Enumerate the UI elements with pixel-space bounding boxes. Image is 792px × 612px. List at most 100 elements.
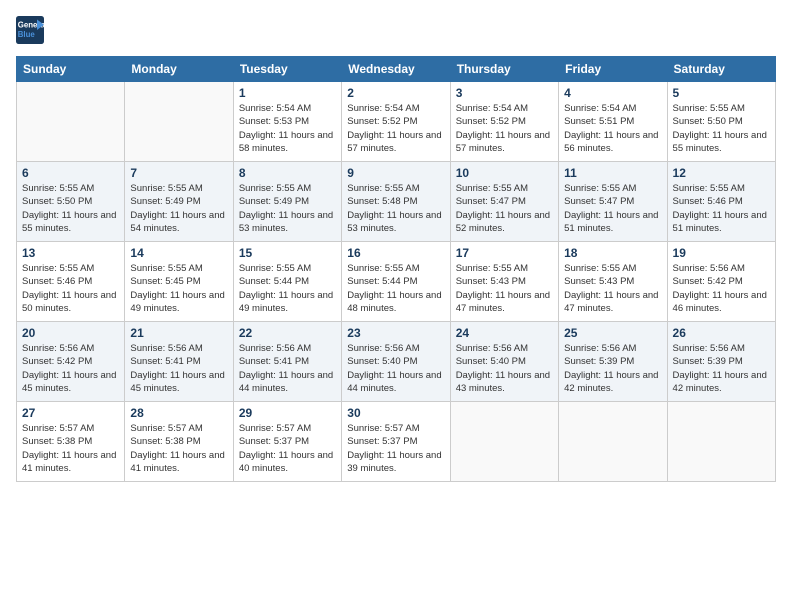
day-number: 22 (239, 326, 336, 340)
weekday-header-tuesday: Tuesday (233, 57, 341, 82)
day-info: Sunrise: 5:57 AM Sunset: 5:38 PM Dayligh… (130, 422, 227, 475)
day-number: 15 (239, 246, 336, 260)
calendar-cell: 4 Sunrise: 5:54 AM Sunset: 5:51 PM Daylig… (559, 82, 667, 162)
calendar-cell: 16 Sunrise: 5:55 AM Sunset: 5:44 PM Dayli… (342, 242, 450, 322)
svg-text:Blue: Blue (18, 30, 36, 39)
calendar-header: SundayMondayTuesdayWednesdayThursdayFrid… (17, 57, 776, 82)
day-number: 7 (130, 166, 227, 180)
calendar-cell: 7 Sunrise: 5:55 AM Sunset: 5:49 PM Daylig… (125, 162, 233, 242)
calendar-cell: 13Sunrise: 5:55 AM Sunset: 5:46 PM Dayli… (17, 242, 125, 322)
calendar-cell: 24 Sunrise: 5:56 AM Sunset: 5:40 PM Dayli… (450, 322, 558, 402)
logo-icon: General Blue (16, 16, 44, 44)
day-info: Sunrise: 5:55 AM Sunset: 5:46 PM Dayligh… (673, 182, 770, 235)
day-number: 1 (239, 86, 336, 100)
day-info: Sunrise: 5:55 AM Sunset: 5:47 PM Dayligh… (456, 182, 553, 235)
day-number: 28 (130, 406, 227, 420)
calendar-cell: 30 Sunrise: 5:57 AM Sunset: 5:37 PM Dayli… (342, 402, 450, 482)
day-info: Sunrise: 5:57 AM Sunset: 5:38 PM Dayligh… (22, 422, 119, 475)
calendar-week-row: 1 Sunrise: 5:54 AM Sunset: 5:53 PM Daylig… (17, 82, 776, 162)
day-info: Sunrise: 5:57 AM Sunset: 5:37 PM Dayligh… (347, 422, 444, 475)
calendar-cell: 17 Sunrise: 5:55 AM Sunset: 5:43 PM Dayli… (450, 242, 558, 322)
calendar-cell: 9 Sunrise: 5:55 AM Sunset: 5:48 PM Daylig… (342, 162, 450, 242)
day-number: 27 (22, 406, 119, 420)
day-number: 26 (673, 326, 770, 340)
weekday-header-thursday: Thursday (450, 57, 558, 82)
calendar-cell (559, 402, 667, 482)
calendar-week-row: 27 Sunrise: 5:57 AM Sunset: 5:38 PM Dayli… (17, 402, 776, 482)
day-number: 19 (673, 246, 770, 260)
day-info: Sunrise: 5:55 AM Sunset: 5:49 PM Dayligh… (130, 182, 227, 235)
calendar-cell (667, 402, 775, 482)
calendar-table: SundayMondayTuesdayWednesdayThursdayFrid… (16, 56, 776, 482)
day-number: 3 (456, 86, 553, 100)
day-info: Sunrise: 5:55 AM Sunset: 5:48 PM Dayligh… (347, 182, 444, 235)
day-info: Sunrise: 5:55 AM Sunset: 5:49 PM Dayligh… (239, 182, 336, 235)
page-header: General Blue (16, 16, 776, 44)
day-info: Sunrise: 5:56 AM Sunset: 5:39 PM Dayligh… (673, 342, 770, 395)
day-info: Sunrise: 5:55 AM Sunset: 5:50 PM Dayligh… (22, 182, 119, 235)
day-info: Sunrise: 5:55 AM Sunset: 5:44 PM Dayligh… (347, 262, 444, 315)
day-number: 5 (673, 86, 770, 100)
calendar-cell: 21 Sunrise: 5:56 AM Sunset: 5:41 PM Dayli… (125, 322, 233, 402)
calendar-cell: 14Sunrise: 5:55 AM Sunset: 5:45 PM Dayli… (125, 242, 233, 322)
day-number: 25 (564, 326, 661, 340)
day-info: Sunrise: 5:55 AM Sunset: 5:44 PM Dayligh… (239, 262, 336, 315)
day-info: Sunrise: 5:55 AM Sunset: 5:43 PM Dayligh… (564, 262, 661, 315)
day-number: 10 (456, 166, 553, 180)
day-info: Sunrise: 5:55 AM Sunset: 5:43 PM Dayligh… (456, 262, 553, 315)
calendar-cell: 12 Sunrise: 5:55 AM Sunset: 5:46 PM Dayli… (667, 162, 775, 242)
day-info: Sunrise: 5:55 AM Sunset: 5:46 PM Dayligh… (22, 262, 119, 315)
day-number: 17 (456, 246, 553, 260)
calendar-cell: 2Sunrise: 5:54 AM Sunset: 5:52 PM Daylig… (342, 82, 450, 162)
day-number: 9 (347, 166, 444, 180)
weekday-header-monday: Monday (125, 57, 233, 82)
day-info: Sunrise: 5:55 AM Sunset: 5:45 PM Dayligh… (130, 262, 227, 315)
weekday-header-row: SundayMondayTuesdayWednesdayThursdayFrid… (17, 57, 776, 82)
day-number: 20 (22, 326, 119, 340)
day-info: Sunrise: 5:54 AM Sunset: 5:52 PM Dayligh… (456, 102, 553, 155)
calendar-cell: 27 Sunrise: 5:57 AM Sunset: 5:38 PM Dayli… (17, 402, 125, 482)
day-info: Sunrise: 5:56 AM Sunset: 5:41 PM Dayligh… (239, 342, 336, 395)
day-info: Sunrise: 5:56 AM Sunset: 5:39 PM Dayligh… (564, 342, 661, 395)
calendar-week-row: 13Sunrise: 5:55 AM Sunset: 5:46 PM Dayli… (17, 242, 776, 322)
calendar-cell (450, 402, 558, 482)
weekday-header-saturday: Saturday (667, 57, 775, 82)
calendar-cell: 29Sunrise: 5:57 AM Sunset: 5:37 PM Dayli… (233, 402, 341, 482)
day-number: 12 (673, 166, 770, 180)
calendar-cell: 15 Sunrise: 5:55 AM Sunset: 5:44 PM Dayli… (233, 242, 341, 322)
calendar-cell: 22 Sunrise: 5:56 AM Sunset: 5:41 PM Dayli… (233, 322, 341, 402)
day-info: Sunrise: 5:56 AM Sunset: 5:40 PM Dayligh… (456, 342, 553, 395)
day-number: 4 (564, 86, 661, 100)
day-number: 8 (239, 166, 336, 180)
calendar-cell: 8 Sunrise: 5:55 AM Sunset: 5:49 PM Daylig… (233, 162, 341, 242)
day-info: Sunrise: 5:54 AM Sunset: 5:53 PM Dayligh… (239, 102, 336, 155)
day-info: Sunrise: 5:56 AM Sunset: 5:42 PM Dayligh… (22, 342, 119, 395)
day-number: 16 (347, 246, 444, 260)
calendar-cell: 28 Sunrise: 5:57 AM Sunset: 5:38 PM Dayli… (125, 402, 233, 482)
calendar-cell: 1 Sunrise: 5:54 AM Sunset: 5:53 PM Daylig… (233, 82, 341, 162)
calendar-cell: 3 Sunrise: 5:54 AM Sunset: 5:52 PM Daylig… (450, 82, 558, 162)
day-number: 21 (130, 326, 227, 340)
weekday-header-wednesday: Wednesday (342, 57, 450, 82)
calendar-cell: 26 Sunrise: 5:56 AM Sunset: 5:39 PM Dayli… (667, 322, 775, 402)
calendar-cell: 10 Sunrise: 5:55 AM Sunset: 5:47 PM Dayli… (450, 162, 558, 242)
day-info: Sunrise: 5:56 AM Sunset: 5:40 PM Dayligh… (347, 342, 444, 395)
calendar-week-row: 20 Sunrise: 5:56 AM Sunset: 5:42 PM Dayli… (17, 322, 776, 402)
calendar-cell: 11Sunrise: 5:55 AM Sunset: 5:47 PM Dayli… (559, 162, 667, 242)
calendar-cell: 20 Sunrise: 5:56 AM Sunset: 5:42 PM Dayli… (17, 322, 125, 402)
calendar-cell (125, 82, 233, 162)
calendar-cell: 18Sunrise: 5:55 AM Sunset: 5:43 PM Dayli… (559, 242, 667, 322)
day-info: Sunrise: 5:56 AM Sunset: 5:42 PM Dayligh… (673, 262, 770, 315)
calendar-cell: 25 Sunrise: 5:56 AM Sunset: 5:39 PM Dayli… (559, 322, 667, 402)
calendar-cell: 6Sunrise: 5:55 AM Sunset: 5:50 PM Daylig… (17, 162, 125, 242)
day-number: 30 (347, 406, 444, 420)
calendar-week-row: 6Sunrise: 5:55 AM Sunset: 5:50 PM Daylig… (17, 162, 776, 242)
weekday-header-sunday: Sunday (17, 57, 125, 82)
day-info: Sunrise: 5:54 AM Sunset: 5:51 PM Dayligh… (564, 102, 661, 155)
day-info: Sunrise: 5:57 AM Sunset: 5:37 PM Dayligh… (239, 422, 336, 475)
weekday-header-friday: Friday (559, 57, 667, 82)
day-number: 24 (456, 326, 553, 340)
day-info: Sunrise: 5:56 AM Sunset: 5:41 PM Dayligh… (130, 342, 227, 395)
day-info: Sunrise: 5:55 AM Sunset: 5:47 PM Dayligh… (564, 182, 661, 235)
day-number: 2 (347, 86, 444, 100)
